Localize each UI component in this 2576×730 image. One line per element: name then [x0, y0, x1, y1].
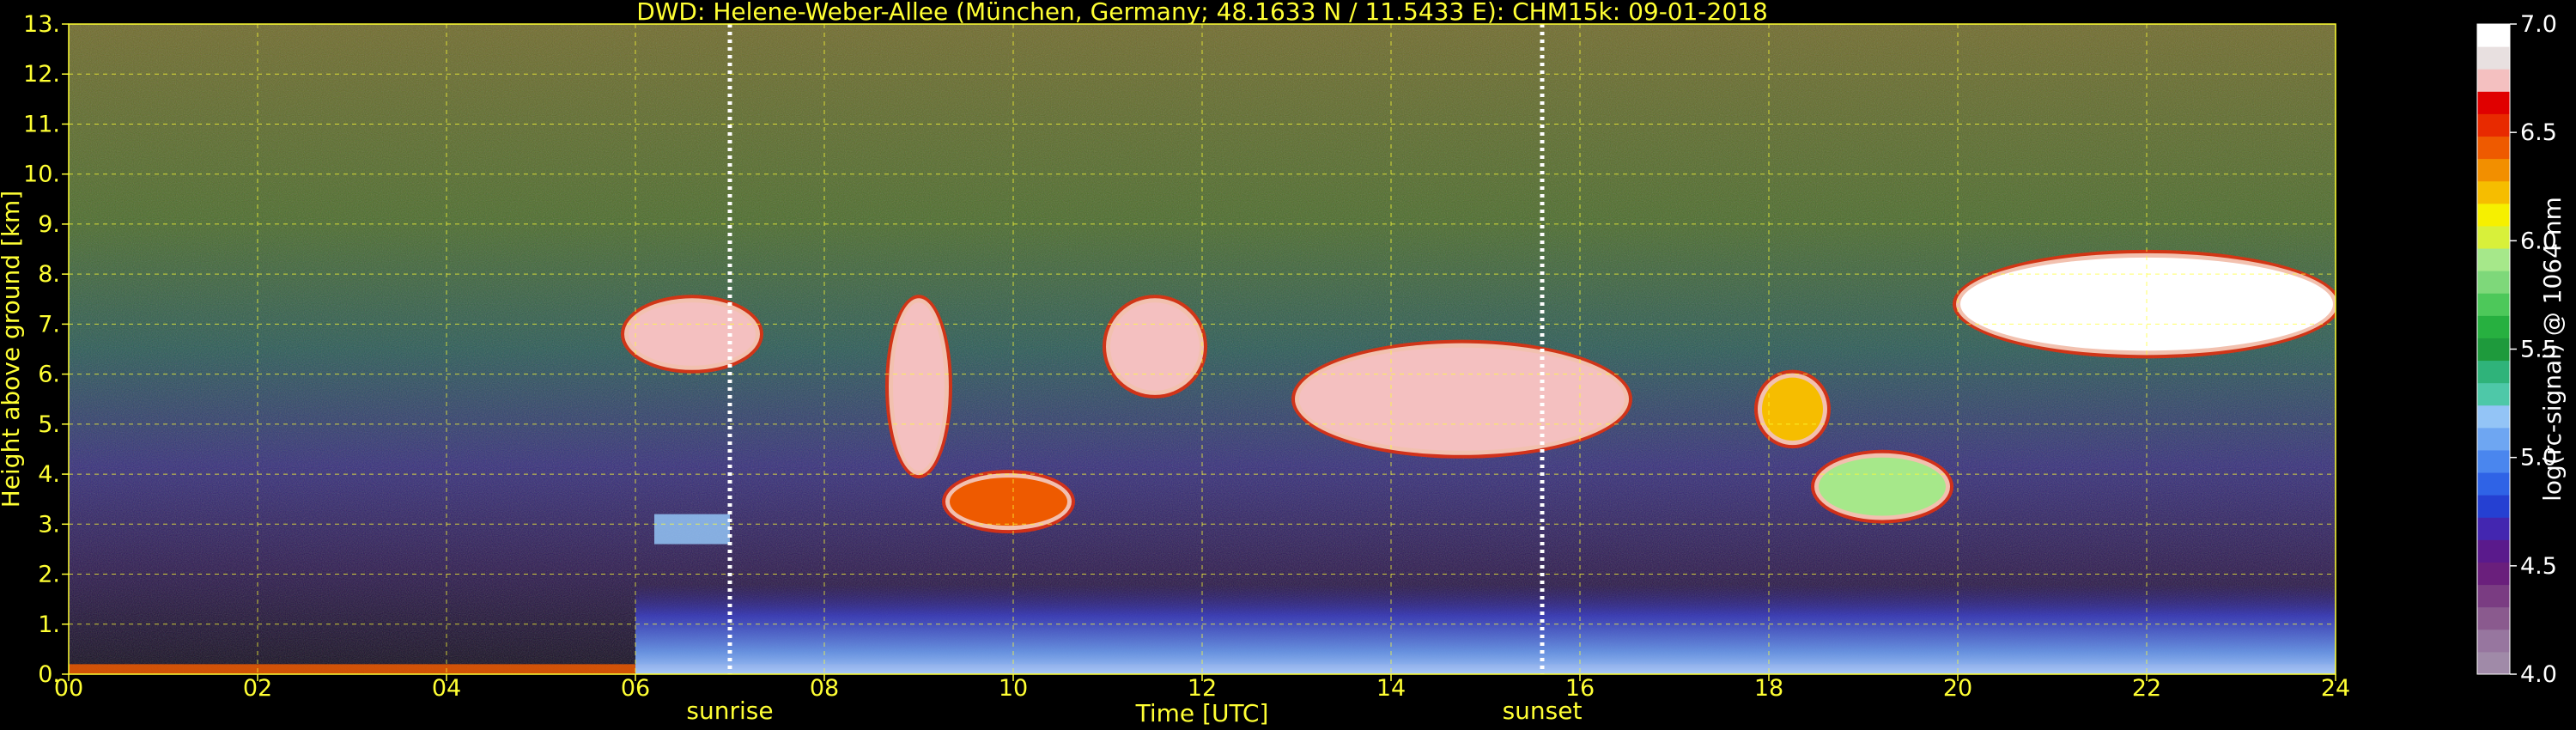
colorbar-swatch: [2477, 69, 2510, 92]
y-tick-label: 13.: [23, 11, 60, 38]
cloud-layer: [1103, 295, 1207, 398]
colorbar-swatch: [2477, 293, 2510, 316]
x-tick-label: 06: [621, 675, 650, 702]
colorbar-tick-label: 6.5: [2520, 119, 2557, 146]
colorbar-swatch: [2477, 113, 2510, 137]
colorbar-swatch: [2477, 449, 2510, 473]
y-tick-label: 3.: [38, 511, 60, 538]
x-tick-label: 02: [243, 675, 272, 702]
colorbar-tick-label: 7.0: [2520, 11, 2557, 38]
colorbar-swatch: [2477, 539, 2510, 563]
y-tick-label: 8.: [38, 261, 60, 288]
colorbar-swatch: [2477, 606, 2510, 630]
colorbar-swatch: [2477, 46, 2510, 70]
x-tick-label: 12: [1188, 675, 1217, 702]
sunrise-label: sunrise: [686, 697, 773, 725]
colorbar-swatch: [2477, 629, 2510, 653]
colorbar-swatch: [2477, 651, 2510, 675]
colorbar-swatch: [2477, 158, 2510, 182]
cloud-layer: [1754, 369, 1831, 449]
x-axis-ticks: 00 02 04 06 08 10 12 14 16 18 20 22 24: [54, 674, 2350, 702]
x-tick-label: 00: [54, 675, 83, 702]
colorbar-swatch: [2477, 91, 2510, 114]
y-axis-label: Height above ground [km]: [0, 191, 25, 508]
chart-title: DWD: Helene-Weber-Allee (München, German…: [636, 0, 1768, 26]
colorbar-tick-label: 4.5: [2520, 553, 2557, 580]
x-tick-label: 14: [1376, 675, 1406, 702]
colorbar-swatch: [2477, 248, 2510, 271]
colorbar-swatch: [2477, 271, 2510, 294]
colorbar-swatch: [2477, 405, 2510, 429]
cloud-layer: [885, 295, 952, 479]
ceilometer-figure: DWD: Helene-Weber-Allee (München, German…: [0, 0, 2576, 730]
colorbar-swatch: [2477, 495, 2510, 518]
aerosol-layer: [654, 514, 730, 544]
colorbar-swatch: [2477, 517, 2510, 540]
y-tick-label: 2.: [38, 562, 60, 588]
cloud-layer: [621, 295, 763, 374]
colorbar-swatch: [2477, 203, 2510, 227]
boundary-layer: [635, 584, 2336, 674]
x-tick-label: 10: [999, 675, 1028, 702]
y-axis-ticks: 0.1.2.3.4.5.6.7.8.9.10.11.12.13.: [23, 11, 69, 688]
y-tick-label: 5.: [38, 411, 60, 438]
cloud-layer: [1811, 449, 1953, 524]
colorbar-swatch: [2477, 225, 2510, 249]
y-tick-label: 4.: [38, 461, 60, 488]
plot-area: [69, 24, 2336, 674]
y-tick-label: 6.: [38, 362, 60, 388]
x-tick-label: 18: [1754, 675, 1783, 702]
x-tick-label: 04: [432, 675, 461, 702]
colorbar-swatch: [2477, 472, 2510, 496]
ceilometer-chart: DWD: Helene-Weber-Allee (München, German…: [0, 0, 2567, 727]
colorbar-swatch: [2477, 427, 2510, 451]
colorbar-swatch: [2477, 136, 2510, 160]
colorbar-swatch: [2477, 180, 2510, 204]
y-tick-label: 11.: [23, 111, 60, 137]
y-tick-label: 1.: [38, 611, 60, 638]
x-tick-label: 24: [2321, 675, 2350, 702]
x-tick-label: 22: [2132, 675, 2161, 702]
y-tick-label: 10.: [23, 161, 60, 188]
colorbar-label: log(rc-signal) @ 1064 nm: [2538, 197, 2567, 502]
cloud-layer: [1291, 339, 1632, 459]
colorbar-swatch: [2477, 562, 2510, 586]
colorbar-swatch: [2477, 382, 2510, 406]
x-tick-label: 08: [810, 675, 839, 702]
y-tick-label: 7.: [38, 311, 60, 338]
colorbar-swatch: [2477, 360, 2510, 384]
y-tick-label: 12.: [23, 61, 60, 88]
x-tick-label: 20: [1943, 675, 1972, 702]
colorbar-swatch: [2477, 338, 2510, 362]
colorbar-swatch: [2477, 584, 2510, 608]
colorbar-swatch: [2477, 315, 2510, 338]
sunset-label: sunset: [1503, 697, 1583, 725]
x-axis-label: Time [UTC]: [1135, 699, 1269, 727]
colorbar-swatch: [2477, 24, 2510, 47]
colorbar-tick-label: 4.0: [2520, 661, 2557, 688]
colorbar: [2476, 23, 2511, 675]
y-tick-label: 9.: [38, 211, 60, 238]
